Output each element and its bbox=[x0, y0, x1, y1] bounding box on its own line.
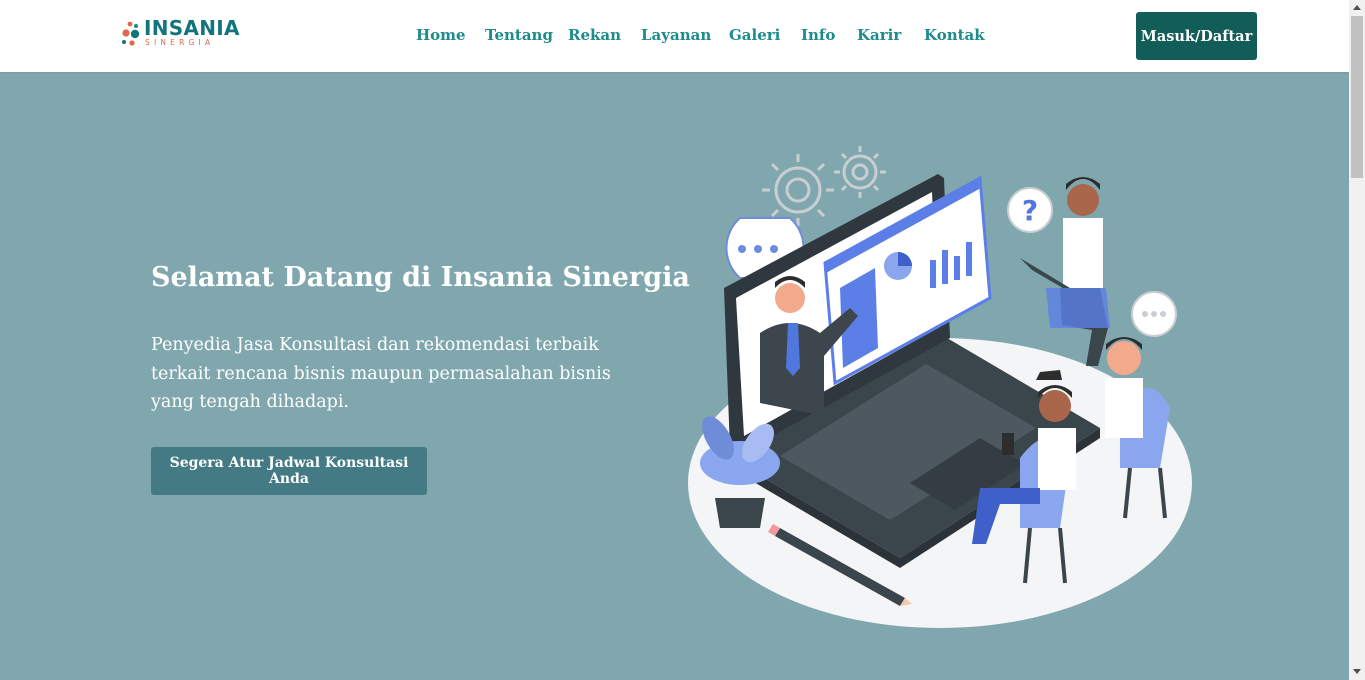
nav-home[interactable]: Home bbox=[416, 26, 466, 44]
nav-info[interactable]: Info bbox=[801, 26, 835, 44]
nav-galeri[interactable]: Galeri bbox=[729, 26, 780, 44]
svg-text:?: ? bbox=[1022, 194, 1038, 227]
login-register-button[interactable]: Masuk/Daftar bbox=[1136, 12, 1257, 60]
schedule-consultation-button[interactable]: Segera Atur Jadwal Konsultasi Anda bbox=[151, 447, 427, 495]
page: INSANIA SINERGIA Home Tentang Rekan Laya… bbox=[0, 0, 1349, 680]
hero-description: Penyedia Jasa Konsultasi dan rekomendasi… bbox=[151, 335, 611, 412]
hero-title: Selamat Datang di Insania Sinergia bbox=[151, 262, 690, 293]
online-consultation-illustration: ? bbox=[688, 146, 1192, 628]
nav-layanan[interactable]: Layanan bbox=[641, 26, 711, 44]
page-scrollbar[interactable] bbox=[1349, 0, 1365, 680]
question-bubble-icon: ? bbox=[1007, 187, 1053, 233]
nav-tentang[interactable]: Tentang bbox=[485, 26, 553, 44]
chat-bubble-icon bbox=[1131, 291, 1177, 337]
logo[interactable]: INSANIA SINERGIA bbox=[120, 16, 240, 52]
scroll-down-arrow-icon[interactable] bbox=[1353, 669, 1361, 674]
scrollbar-thumb[interactable] bbox=[1351, 16, 1363, 178]
nav-karir[interactable]: Karir bbox=[857, 26, 901, 44]
nav-kontak[interactable]: Kontak bbox=[924, 26, 985, 44]
nav-rekan[interactable]: Rekan bbox=[568, 26, 621, 44]
logo-tagline: SINERGIA bbox=[145, 38, 215, 47]
logo-wordmark: INSANIA bbox=[144, 16, 240, 40]
navbar: INSANIA SINERGIA Home Tentang Rekan Laya… bbox=[0, 0, 1349, 72]
logo-dots-icon bbox=[122, 21, 140, 46]
scroll-up-arrow-icon[interactable] bbox=[1353, 5, 1361, 10]
